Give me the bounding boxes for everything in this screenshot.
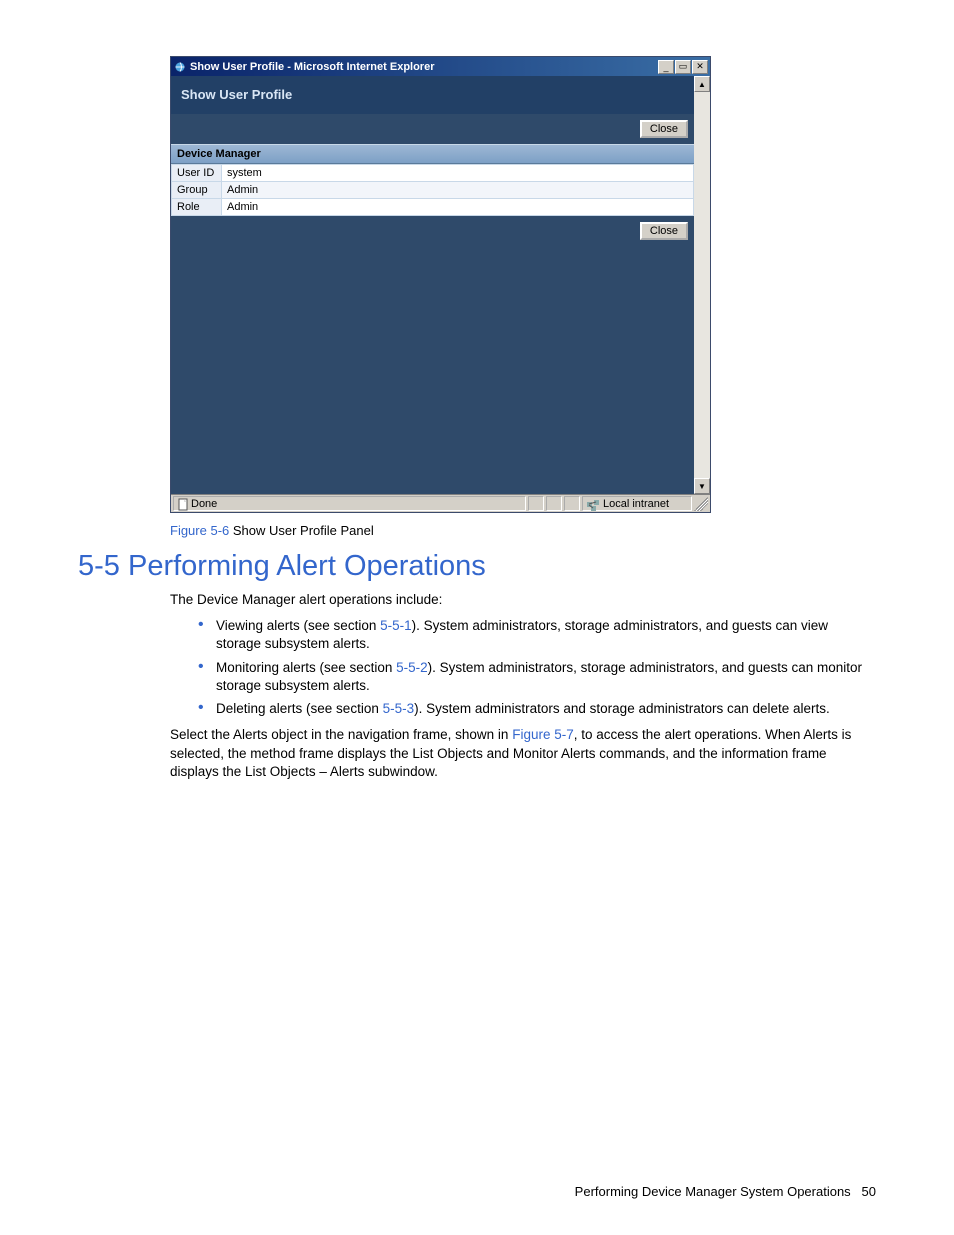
- ie-logo-icon: [173, 60, 187, 74]
- resize-grip-icon[interactable]: [694, 497, 708, 511]
- window-buttons: _ ▭ ✕: [658, 60, 708, 74]
- bullet-pre: Deleting alerts (see section: [216, 701, 383, 716]
- content-pane: Show User Profile Close Device Manager U…: [171, 76, 694, 494]
- page-footer: Performing Device Manager System Operati…: [575, 1184, 876, 1199]
- figure-link[interactable]: Figure 5-7: [512, 727, 574, 742]
- scroll-down-icon[interactable]: ▼: [694, 478, 710, 494]
- row-value: system: [222, 165, 694, 182]
- scroll-track[interactable]: [694, 92, 710, 478]
- section-header: Device Manager: [171, 144, 694, 164]
- list-item: Deleting alerts (see section 5-5-3). Sys…: [196, 700, 876, 718]
- body-text: The Device Manager alert operations incl…: [170, 591, 876, 781]
- list-item: Viewing alerts (see section 5-5-1). Syst…: [196, 617, 876, 653]
- window-title: Show User Profile - Microsoft Internet E…: [190, 61, 658, 73]
- status-bar: Done Local intranet: [171, 494, 710, 512]
- scroll-up-icon[interactable]: ▲: [694, 76, 710, 92]
- footer-text: Performing Device Manager System Operati…: [575, 1184, 851, 1199]
- para-pre: Select the Alerts object in the navigati…: [170, 727, 512, 742]
- status-cell: [546, 496, 562, 511]
- page-icon: [177, 498, 191, 510]
- intro-paragraph: The Device Manager alert operations incl…: [170, 591, 876, 609]
- row-value: Admin: [222, 199, 694, 216]
- row-label: Role: [172, 199, 222, 216]
- row-value: Admin: [222, 182, 694, 199]
- paragraph: Select the Alerts object in the navigati…: [170, 726, 876, 781]
- section-link[interactable]: 5-5-1: [380, 618, 412, 633]
- status-cell: [528, 496, 544, 511]
- security-zone: Local intranet: [582, 496, 692, 511]
- section-link[interactable]: 5-5-2: [396, 660, 428, 675]
- figure-caption: Figure 5-6 Show User Profile Panel: [170, 523, 876, 538]
- table-row: Role Admin: [172, 199, 694, 216]
- table-row: Group Admin: [172, 182, 694, 199]
- caption-ref: Figure 5-6: [170, 523, 229, 538]
- close-button-top[interactable]: Close: [640, 120, 688, 138]
- list-item: Monitoring alerts (see section 5-5-2). S…: [196, 659, 876, 695]
- maximize-button[interactable]: ▭: [675, 60, 691, 74]
- page-number: 50: [862, 1184, 876, 1199]
- ie-window: Show User Profile - Microsoft Internet E…: [170, 56, 711, 513]
- profile-header: Show User Profile: [171, 76, 694, 114]
- row-label: User ID: [172, 165, 222, 182]
- profile-table: User ID system Group Admin Role Admin: [171, 164, 694, 216]
- caption-text: Show User Profile Panel: [229, 523, 374, 538]
- bullet-pre: Monitoring alerts (see section: [216, 660, 396, 675]
- bullet-post: ). System administrators and storage adm…: [414, 701, 830, 716]
- section-link[interactable]: 5-5-3: [383, 701, 415, 716]
- intranet-icon: [586, 498, 600, 510]
- bullet-pre: Viewing alerts (see section: [216, 618, 380, 633]
- bullet-list: Viewing alerts (see section 5-5-1 ). Syst…: [196, 617, 876, 718]
- section-heading: 5-5 Performing Alert Operations: [78, 550, 876, 583]
- zone-text: Local intranet: [603, 498, 669, 510]
- status-left: Done: [173, 496, 526, 511]
- table-row: User ID system: [172, 165, 694, 182]
- close-button-bottom[interactable]: Close: [640, 222, 688, 240]
- close-window-button[interactable]: ✕: [692, 60, 708, 74]
- profile-header-text: Show User Profile: [181, 87, 292, 102]
- status-cell: [564, 496, 580, 511]
- row-label: Group: [172, 182, 222, 199]
- titlebar: Show User Profile - Microsoft Internet E…: [171, 57, 710, 76]
- vertical-scrollbar[interactable]: ▲ ▼: [694, 76, 710, 494]
- status-text: Done: [191, 498, 217, 510]
- minimize-button[interactable]: _: [658, 60, 674, 74]
